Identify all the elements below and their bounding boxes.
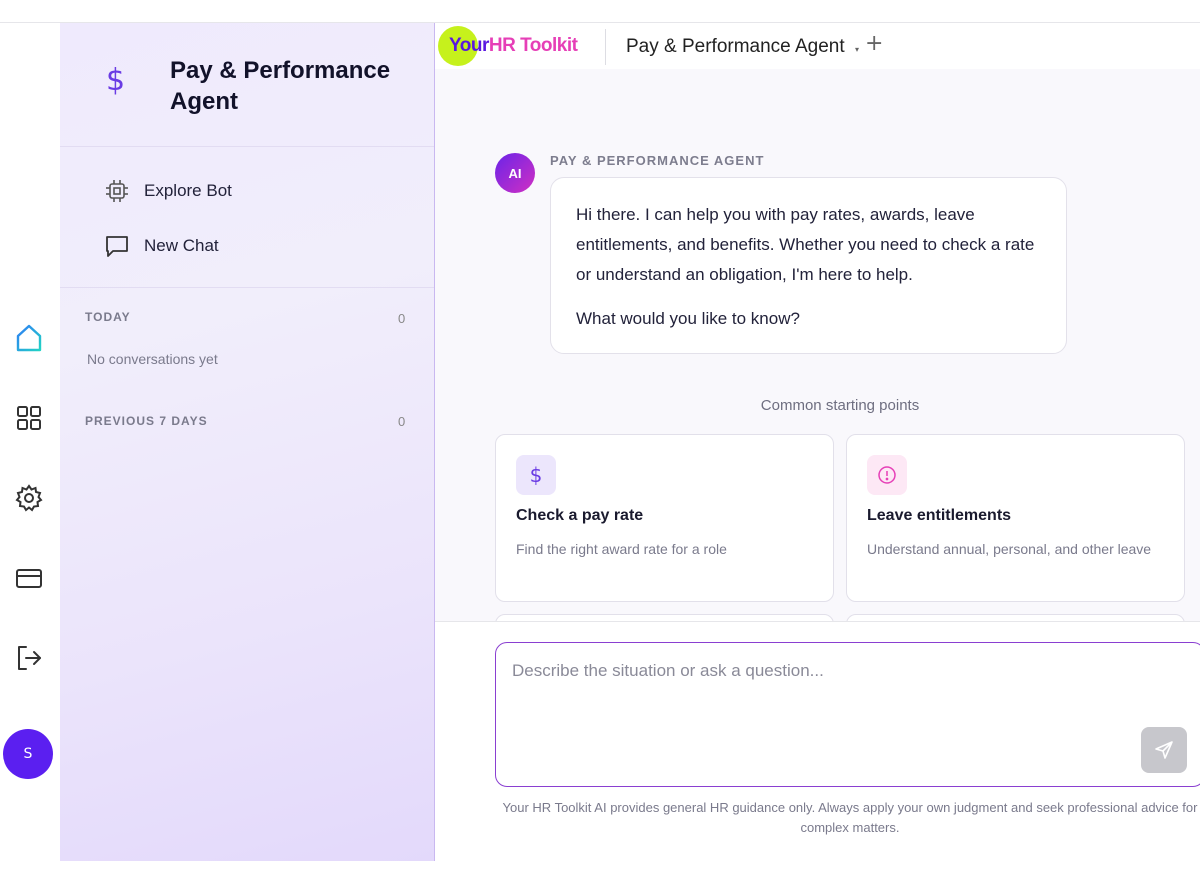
ai-avatar: AI [495,153,535,193]
brand-logo-part2: HR Toolkit [488,35,578,56]
message-paragraph: Hi there. I can help you with pay rates,… [576,205,1035,284]
chip-icon [106,180,128,202]
section-count-today: 0 [398,311,406,326]
explore-bot-button[interactable]: Explore Bot [104,176,232,206]
card-title: Check a pay rate [516,507,644,524]
suggestion-card-partial[interactable] [495,614,834,621]
brand-logo[interactable]: YourHR Toolkit [449,35,578,57]
composer: Your HR Toolkit AI provides general HR g… [435,621,1200,861]
left-rail: S [0,23,60,861]
top-bar: YourHR Toolkit Pay & Performance Agent ▾… [435,23,1200,69]
logout-icon[interactable] [12,641,46,675]
add-tab-icon[interactable]: + [865,33,883,55]
header-divider [605,29,606,65]
user-avatar[interactable]: S [3,729,53,779]
alert-circle-icon [867,455,907,495]
chat-icon [106,236,128,257]
message-input[interactable] [512,661,1112,721]
app-window: S $ Pay & Performance Agent Explore Bot [0,22,1200,880]
credit-card-icon[interactable] [12,561,46,595]
message-input-box [495,642,1200,787]
sidebar-header: $ Pay & Performance Agent [60,23,434,147]
agent-selector[interactable]: Pay & Performance Agent [626,36,845,58]
suggestion-card-leave[interactable]: Leave entitlements Understand annual, pe… [846,434,1185,602]
grid-icon[interactable] [12,401,46,435]
section-label-previous-7-days: PREVIOUS 7 DAYS [85,414,208,428]
card-title: Leave entitlements [867,507,1012,524]
starting-points-label: Common starting points [760,397,920,414]
agent-name-label: PAY & PERFORMANCE AGENT [550,153,765,168]
dollar-icon: $ [516,455,556,495]
suggestion-card-pay-rate[interactable]: $ Check a pay rate Find the right award … [495,434,834,602]
gear-icon[interactable] [12,481,46,515]
card-description: Understand annual, personal, and other l… [867,541,1152,557]
chevron-down-icon[interactable]: ▾ [855,45,859,54]
brand-logo-part1: Your [449,35,489,56]
section-label-today: TODAY [85,310,131,324]
new-chat-button[interactable]: New Chat [104,231,219,261]
dollar-icon: $ [106,63,126,98]
card-description: Find the right award rate for a role [516,541,727,557]
disclaimer-text: Your HR Toolkit AI provides general HR g… [502,800,1198,835]
empty-conversations-text: No conversations yet [87,351,218,367]
home-icon[interactable] [12,321,46,355]
message-paragraph: What would you like to know? [576,309,800,328]
sidebar: $ Pay & Performance Agent Explore Bot Ne… [60,23,435,861]
explore-bot-label: Explore Bot [144,181,232,200]
sidebar-menu: Explore Bot New Chat [60,147,434,288]
section-count-previous-7-days: 0 [398,414,406,429]
assistant-message: Hi there. I can help you with pay rates,… [550,177,1067,354]
send-icon [1155,741,1173,759]
chat-area: AI PAY & PERFORMANCE AGENT Hi there. I c… [435,69,1200,621]
send-button[interactable] [1141,727,1187,773]
suggestion-card-partial[interactable] [846,614,1185,621]
sidebar-title: Pay & Performance Agent [170,57,391,115]
new-chat-label: New Chat [144,236,219,255]
